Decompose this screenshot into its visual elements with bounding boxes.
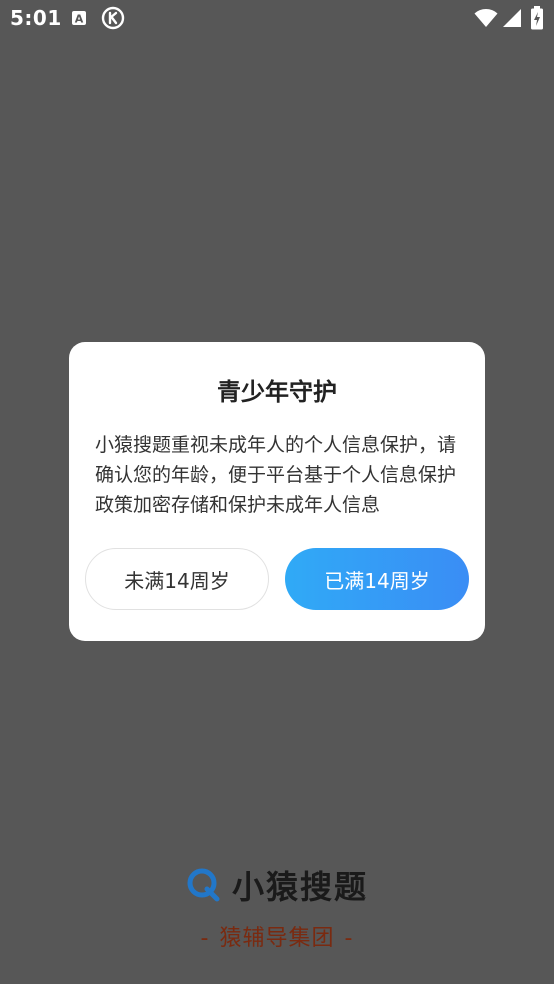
dialog-title: 青少年守护: [217, 378, 337, 406]
svg-text:A: A: [75, 13, 84, 26]
brand-subtitle: 猿辅导集团: [219, 926, 335, 951]
brand-app-name: 小猿搜题: [231, 868, 368, 906]
dialog-message: 小猿搜题重视未成年人的个人信息保护，请确认您的年龄，便于平台基于个人信息保护政策…: [95, 434, 457, 516]
under-14-button[interactable]: 未满14周岁: [85, 548, 269, 610]
brand-dash-left: -: [200, 926, 210, 951]
over-14-button-label: 已满14周岁: [324, 568, 430, 593]
brand-subtitle-row: - 猿辅导集团 -: [0, 920, 554, 952]
status-time: 5:01: [10, 6, 62, 30]
k-circle-icon: [101, 6, 125, 30]
brand-dash-right: -: [344, 926, 354, 951]
status-bar: 5:01 A: [0, 0, 554, 38]
app-logo-icon: [186, 867, 222, 903]
brand-row: 小猿搜题: [0, 862, 554, 908]
under-14-button-label: 未满14周岁: [124, 568, 230, 593]
font-a-icon: A: [71, 10, 87, 26]
battery-icon: [530, 6, 544, 30]
signal-icon: [502, 8, 522, 28]
over-14-button[interactable]: 已满14周岁: [285, 548, 469, 610]
wifi-icon: [474, 8, 498, 28]
